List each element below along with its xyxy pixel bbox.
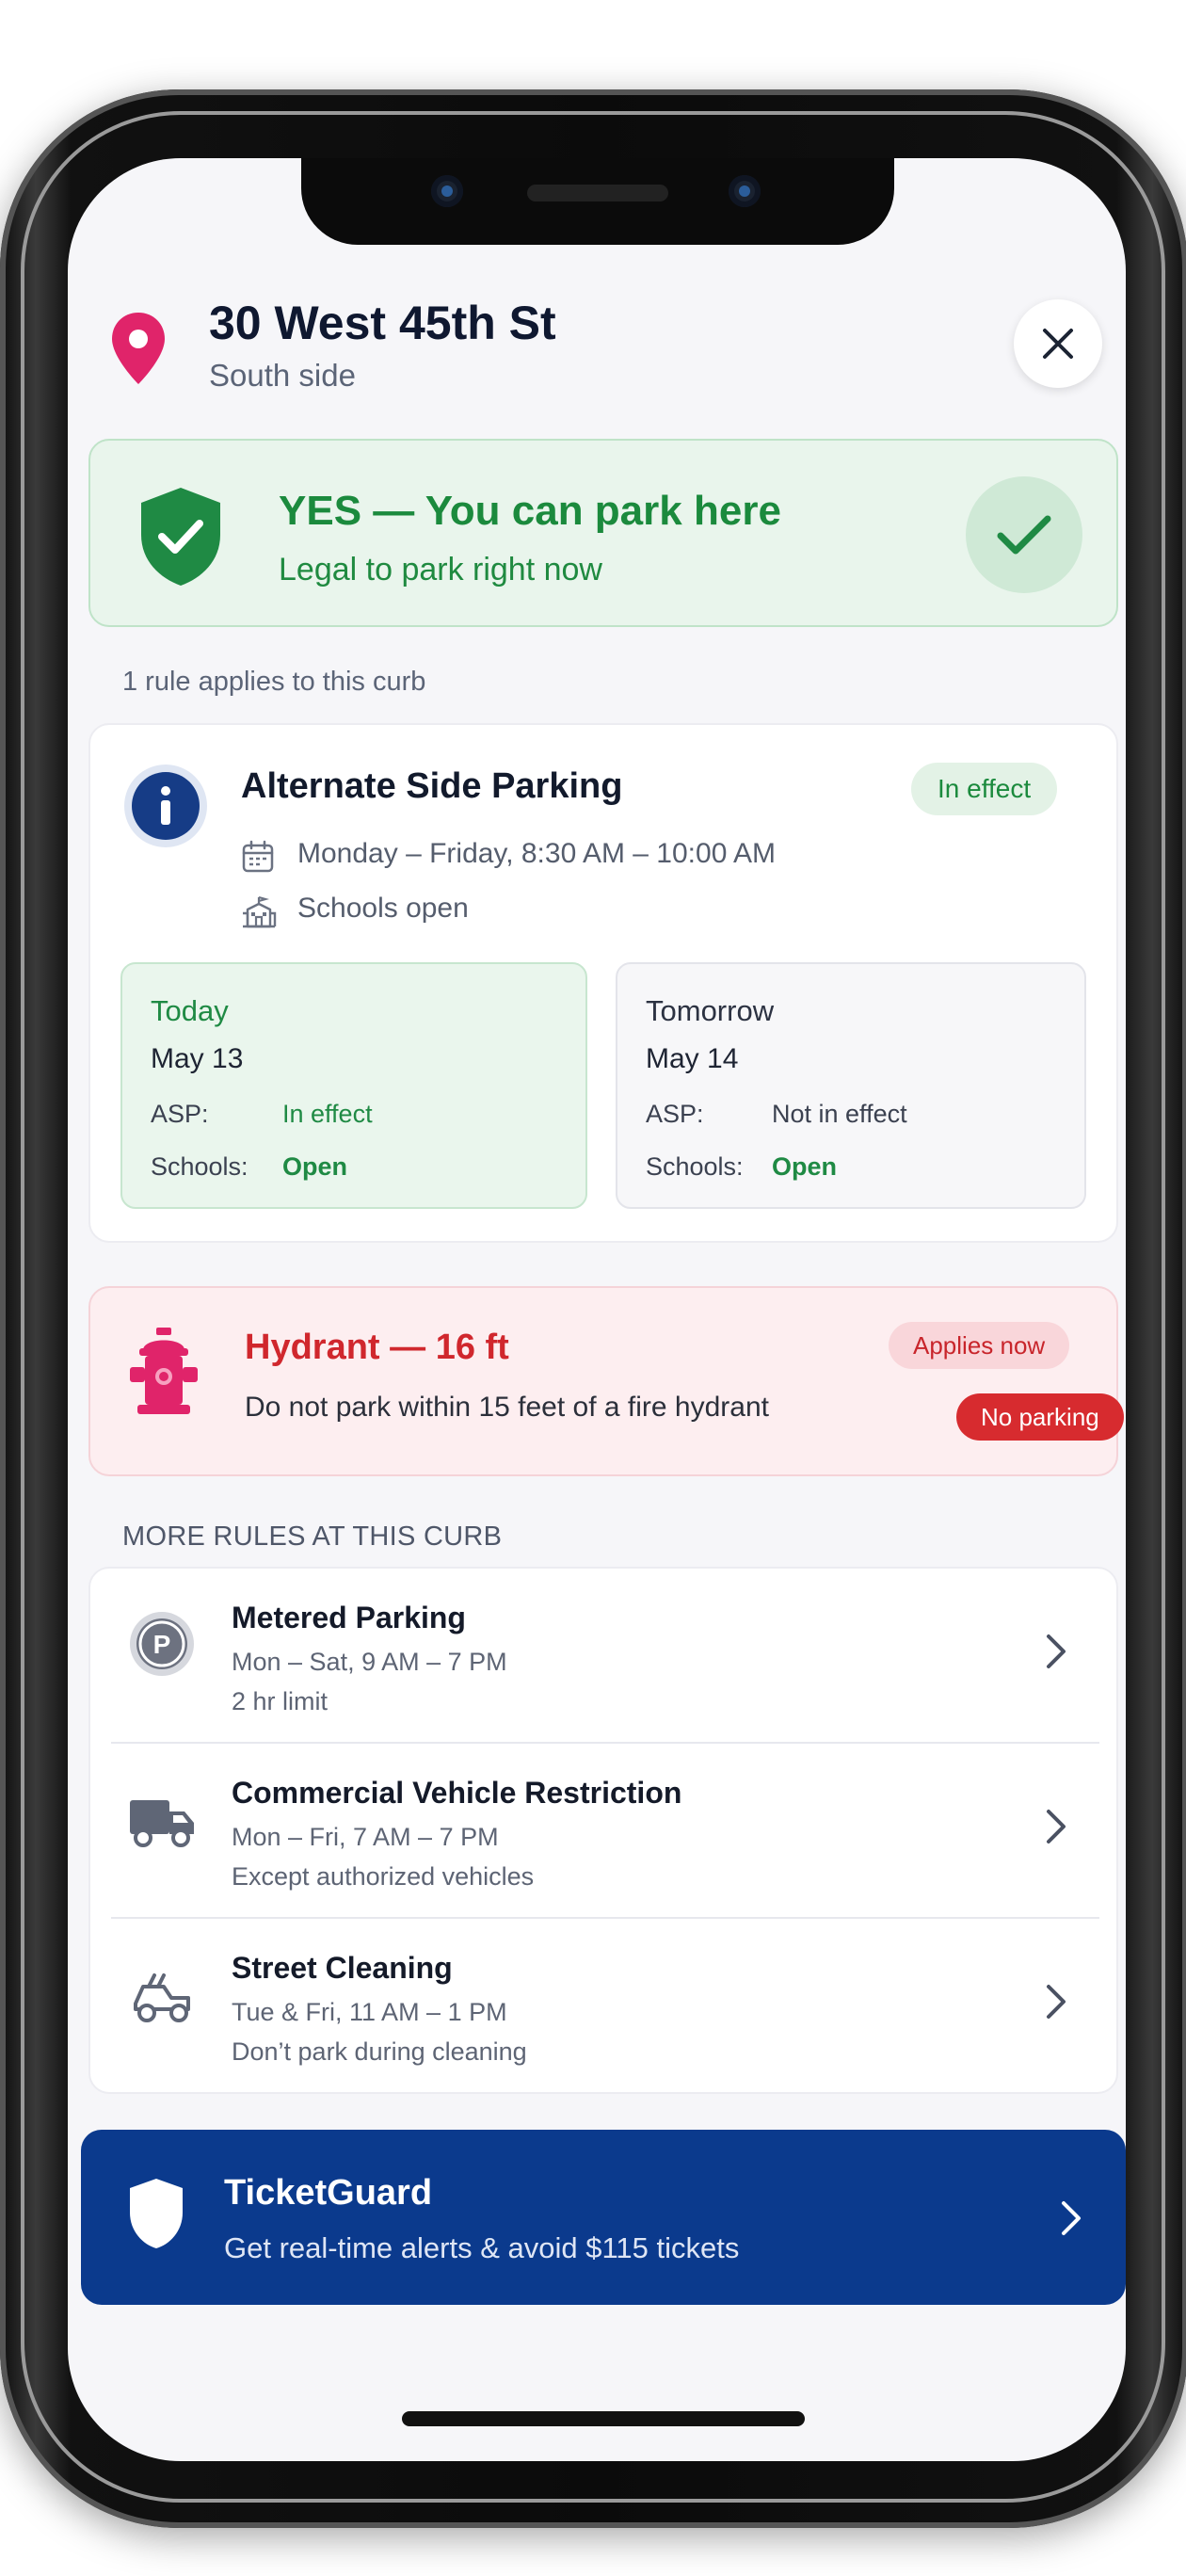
schools-value: Open <box>282 1152 348 1181</box>
schools-label: Schools: <box>151 1152 248 1181</box>
schools-value: Open <box>772 1152 838 1181</box>
shield-icon <box>130 2179 183 2248</box>
day-status-tomorrow: Tomorrow May 14 ASP: Not in effect Schoo… <box>616 962 1086 1209</box>
promo-subtitle: Get real-time alerts & avoid $115 ticket… <box>224 2231 740 2264</box>
rule-schedule: Mon – Sat, 9 AM – 7 PM <box>232 1648 507 1676</box>
address-title: 30 West 45th St <box>209 297 556 349</box>
asp-rule-card[interactable]: Alternate Side Parking In effect Monday … <box>88 723 1118 1243</box>
hydrant-title: Hydrant — 16 ft <box>245 1328 509 1367</box>
rule-detail: Don’t park during cleaning <box>232 2037 527 2066</box>
parking-status-card: YES — You can park here Legal to park ri… <box>88 439 1118 627</box>
fire-hydrant-icon <box>130 1328 198 1414</box>
close-icon <box>1043 329 1073 359</box>
rule-title: Street Cleaning <box>232 1951 453 1985</box>
parking-meter-icon: P <box>130 1612 194 1676</box>
home-indicator[interactable] <box>402 2411 805 2426</box>
shield-check-icon <box>141 488 220 586</box>
checkmark-icon <box>997 515 1051 555</box>
school-building-icon <box>243 895 277 928</box>
truck-icon <box>130 1800 194 1847</box>
earpiece-speaker <box>527 185 668 201</box>
app-screen: 30 West 45th St South side YES — You can… <box>68 158 1126 2461</box>
applies-now-badge: Applies now <box>889 1322 1070 1369</box>
more-rules-heading: MORE RULES AT THIS CURB <box>122 1521 503 1552</box>
no-parking-badge: No parking <box>956 1393 1124 1441</box>
rule-title: Commercial Vehicle Restriction <box>232 1776 682 1810</box>
address-side: South side <box>209 358 356 393</box>
info-icon <box>124 765 207 847</box>
rule-schedule: Mon – Fri, 7 AM – 7 PM <box>232 1823 499 1851</box>
status-title: YES — You can park here <box>279 488 781 534</box>
close-button[interactable] <box>1014 299 1102 388</box>
schools-label: Schools: <box>646 1152 744 1181</box>
rule-title: Metered Parking <box>232 1601 466 1634</box>
more-rules-list: P Metered Parking Mon – Sat, 9 AM – 7 PM… <box>88 1567 1118 2094</box>
chevron-right-icon <box>1047 1634 1066 1668</box>
day-date: May 13 <box>151 1043 244 1074</box>
ticketguard-promo-banner[interactable]: TicketGuard Get real-time alerts & avoid… <box>81 2130 1126 2305</box>
hydrant-description: Do not park within 15 feet of a fire hyd… <box>245 1392 769 1423</box>
svg-text:P: P <box>153 1630 171 1659</box>
rule-count-label: 1 rule applies to this curb <box>122 667 426 697</box>
camera-notch <box>301 158 894 245</box>
asp-schools-condition: Schools open <box>297 893 469 924</box>
rule-row-commercial-vehicle[interactable]: Commercial Vehicle Restriction Mon – Fri… <box>90 1744 1116 1917</box>
map-pin-icon <box>112 313 165 384</box>
status-subtitle: Legal to park right now <box>279 552 602 588</box>
street-sweeper-icon <box>134 1973 190 2022</box>
chevron-right-icon <box>1062 2201 1081 2235</box>
chevron-right-icon <box>1047 1810 1066 1843</box>
asp-label: ASP: <box>646 1100 704 1128</box>
rule-row-metered-parking[interactable]: P Metered Parking Mon – Sat, 9 AM – 7 PM… <box>90 1569 1116 1742</box>
status-check-badge <box>966 476 1082 593</box>
day-status-today: Today May 13 ASP: In effect Schools: Ope… <box>120 962 587 1209</box>
asp-value: Not in effect <box>772 1100 907 1128</box>
rule-row-street-cleaning[interactable]: Street Cleaning Tue & Fri, 11 AM – 1 PM … <box>90 1919 1116 2092</box>
chevron-right-icon <box>1047 1985 1066 2019</box>
promo-title: TicketGuard <box>224 2173 433 2213</box>
asp-value: In effect <box>282 1100 373 1128</box>
rule-detail: 2 hr limit <box>232 1687 329 1715</box>
asp-schedule: Monday – Friday, 8:30 AM – 10:00 AM <box>297 838 777 869</box>
day-label: Today <box>151 994 229 1027</box>
calendar-icon <box>242 840 274 873</box>
day-label: Tomorrow <box>646 994 775 1027</box>
asp-status-badge: In effect <box>911 763 1058 815</box>
asp-label: ASP: <box>151 1100 209 1128</box>
front-camera-icon <box>431 175 463 207</box>
day-date: May 14 <box>646 1043 739 1074</box>
rule-schedule: Tue & Fri, 11 AM – 1 PM <box>232 1998 507 2026</box>
rule-detail: Except authorized vehicles <box>232 1862 535 1891</box>
hydrant-rule-card[interactable]: Hydrant — 16 ft Do not park within 15 fe… <box>88 1286 1124 1476</box>
front-sensor-icon <box>729 175 761 207</box>
asp-title: Alternate Side Parking <box>241 766 623 806</box>
